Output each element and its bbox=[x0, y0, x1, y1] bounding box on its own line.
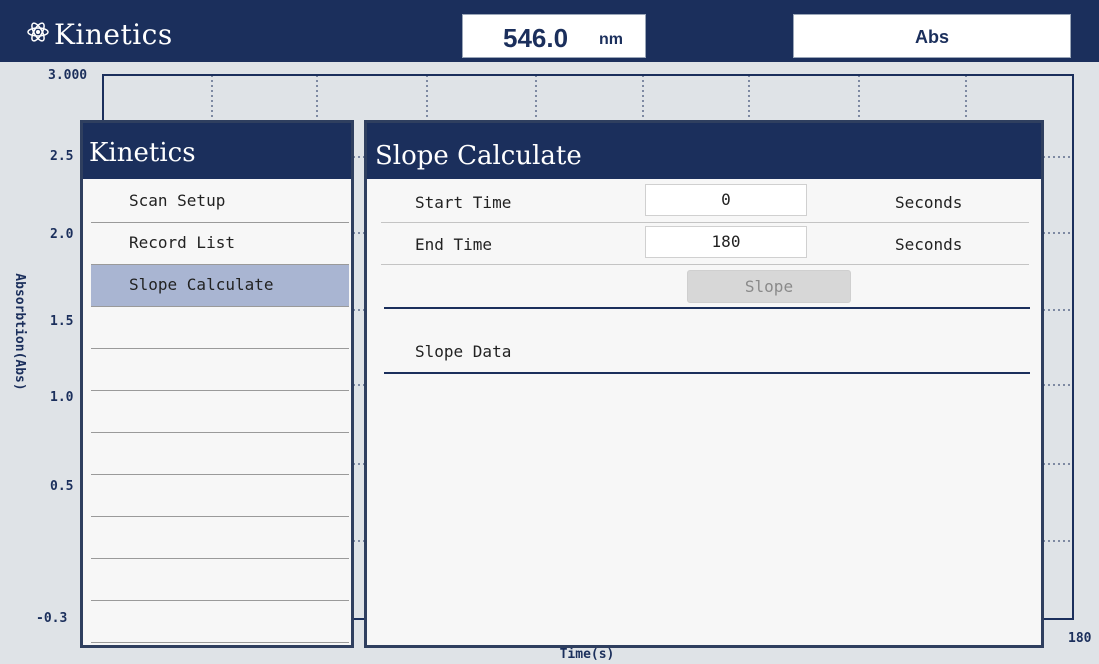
menu-item-empty[interactable] bbox=[91, 475, 349, 517]
x-axis-label: Time(s) bbox=[560, 647, 615, 662]
slope-calculate-panel: Slope Calculate Start Time 0 Seconds End… bbox=[364, 120, 1044, 648]
y-tick-label: 1.5 bbox=[50, 314, 73, 329]
slope-data-label: Slope Data bbox=[415, 342, 512, 361]
y-tick-label: -0.3 bbox=[36, 611, 67, 626]
start-time-unit: Seconds bbox=[895, 193, 963, 212]
wavelength-unit: nm bbox=[599, 31, 623, 48]
end-time-row: End Time 180 Seconds bbox=[381, 223, 1029, 265]
menu-item-empty[interactable] bbox=[91, 559, 349, 601]
menu-item-slope-calculate[interactable]: Slope Calculate bbox=[91, 265, 349, 307]
wavelength-value: 546.0 bbox=[503, 23, 569, 53]
y-tick-label: 2.5 bbox=[50, 149, 73, 164]
mode-label: Abs bbox=[914, 27, 949, 47]
y-axis-label: Absorbtion(Abs) bbox=[12, 273, 27, 390]
end-time-unit: Seconds bbox=[895, 235, 963, 254]
end-time-label: End Time bbox=[415, 235, 493, 254]
app-title: Kinetics bbox=[54, 18, 173, 51]
y-tick-label: 1.0 bbox=[50, 390, 74, 405]
menu-item-empty[interactable] bbox=[91, 349, 349, 391]
divider bbox=[384, 307, 1030, 309]
start-time-label: Start Time bbox=[415, 193, 512, 212]
kinetics-menu-title: Kinetics bbox=[83, 123, 351, 179]
y-tick-label: 2.0 bbox=[50, 227, 74, 242]
start-time-row: Start Time 0 Seconds bbox=[381, 181, 1029, 223]
menu-item-empty[interactable] bbox=[91, 307, 349, 349]
menu-item-empty[interactable] bbox=[91, 433, 349, 475]
menu-item-scan-setup[interactable]: Scan Setup bbox=[91, 181, 349, 223]
slope-calculate-title: Slope Calculate bbox=[367, 123, 1041, 179]
menu-item-record-list[interactable]: Record List bbox=[91, 223, 349, 265]
menu-item-empty[interactable] bbox=[91, 601, 349, 643]
divider bbox=[384, 372, 1030, 374]
wavelength-display[interactable]: 546.0 nm bbox=[462, 14, 646, 58]
kinetics-menu-panel: Kinetics Scan Setup Record List Slope Calc… bbox=[80, 120, 354, 648]
atom-icon bbox=[27, 22, 49, 42]
x-end-tick-label: 180 bbox=[1068, 631, 1092, 646]
slope-button[interactable]: Slope bbox=[687, 270, 851, 303]
y-tick-label: 3.000 bbox=[48, 68, 87, 83]
start-time-input[interactable]: 0 bbox=[645, 184, 807, 216]
menu-item-empty[interactable] bbox=[91, 517, 349, 559]
mode-display[interactable]: Abs bbox=[793, 14, 1071, 58]
y-tick-label: 0.5 bbox=[50, 479, 73, 494]
menu-item-empty[interactable] bbox=[91, 391, 349, 433]
end-time-input[interactable]: 180 bbox=[645, 226, 807, 258]
top-bar: Kinetics 546.0 nm Abs bbox=[0, 0, 1099, 62]
